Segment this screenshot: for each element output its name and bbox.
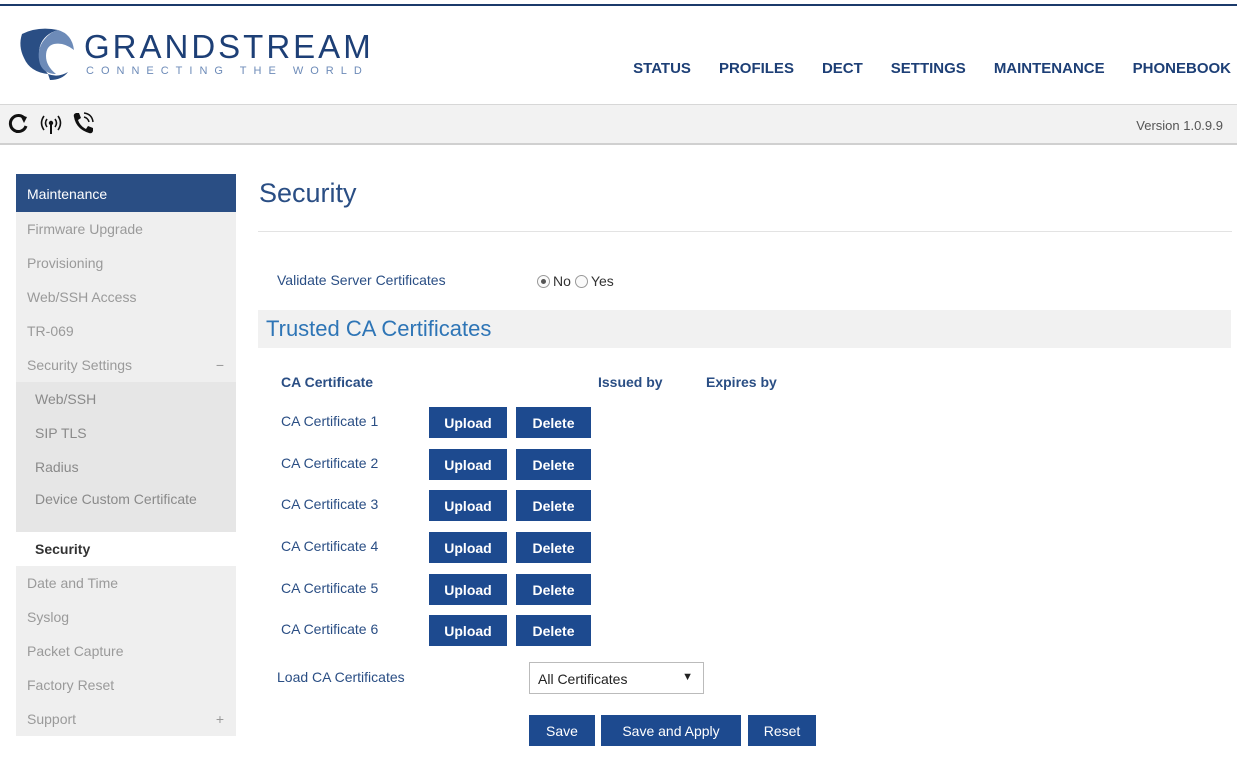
section-title: Trusted CA Certificates <box>266 316 492 341</box>
save-button[interactable]: Save <box>529 715 595 746</box>
sidebar-subitem-device-custom-certificate[interactable]: Device Custom Certificate <box>16 484 236 532</box>
nav-dect[interactable]: DECT <box>822 60 863 77</box>
brand-logo: GRANDSTREAM CONNECTING THE WORLD <box>18 24 398 86</box>
top-border <box>0 4 1237 6</box>
sidebar-subitem-security[interactable]: Security <box>16 532 236 566</box>
radio-no-label: No <box>553 273 571 289</box>
certificate-row: CA Certificate 5 Upload Delete <box>281 574 611 606</box>
sidebar-subitem-radius[interactable]: Radius <box>16 450 236 484</box>
sidebar-item-label: Web/SSH Access <box>27 289 137 305</box>
certificate-label: CA Certificate 1 <box>281 413 379 429</box>
column-header-ca-certificate: CA Certificate <box>281 374 374 390</box>
nav-phonebook[interactable]: PHONEBOOK <box>1133 60 1231 77</box>
sidebar-item-security-settings[interactable]: Security Settings − <box>16 348 236 382</box>
certificate-row: CA Certificate 6 Upload Delete <box>281 615 611 647</box>
load-ca-certificates-label: Load CA Certificates <box>277 669 405 685</box>
brand-name: GRANDSTREAM <box>84 28 374 65</box>
sidebar-item-label: Radius <box>35 459 79 475</box>
delete-button[interactable]: Delete <box>516 490 591 521</box>
upload-button[interactable]: Upload <box>429 407 507 438</box>
column-header-issued-by: Issued by <box>598 374 663 390</box>
delete-button[interactable]: Delete <box>516 407 591 438</box>
certificate-row: CA Certificate 4 Upload Delete <box>281 532 611 564</box>
radio-yes-label: Yes <box>590 273 614 289</box>
certificate-label: CA Certificate 4 <box>281 538 379 554</box>
delete-button[interactable]: Delete <box>516 532 591 563</box>
validate-server-certificates-label: Validate Server Certificates <box>277 272 446 288</box>
sidebar-subitem-web-ssh[interactable]: Web/SSH <box>16 382 236 416</box>
sidebar-header-maintenance[interactable]: Maintenance <box>16 174 236 212</box>
section-header: Trusted CA Certificates <box>258 310 1231 348</box>
load-ca-certificates-select[interactable]: All Certificates ▼ <box>529 662 704 694</box>
sidebar-item-web-ssh-access[interactable]: Web/SSH Access <box>16 280 236 314</box>
certificate-label: CA Certificate 3 <box>281 496 379 512</box>
certificate-row: CA Certificate 3 Upload Delete <box>281 490 611 522</box>
refresh-icon[interactable] <box>6 111 32 137</box>
sidebar-item-label: Support <box>27 711 77 727</box>
wireless-signal-icon[interactable] <box>38 111 64 137</box>
dropdown-arrow-icon: ▼ <box>682 671 693 683</box>
main-nav: STATUS PROFILES DECT SETTINGS MAINTENANC… <box>633 60 1231 77</box>
firmware-version: Version 1.0.9.9 <box>1136 118 1223 133</box>
collapse-icon[interactable]: − <box>216 357 224 373</box>
radio-yes[interactable] <box>574 274 588 288</box>
sidebar-item-firmware-upgrade[interactable]: Firmware Upgrade <box>16 212 236 246</box>
expand-icon[interactable]: + <box>216 711 224 727</box>
nav-profiles[interactable]: PROFILES <box>719 60 794 77</box>
reset-button[interactable]: Reset <box>748 715 816 746</box>
sidebar-item-label: Device Custom Certificate <box>35 491 197 507</box>
save-and-apply-button[interactable]: Save and Apply <box>601 715 741 746</box>
sidebar-item-label: Syslog <box>27 609 70 625</box>
sidebar: Maintenance Firmware Upgrade Provisionin… <box>16 174 236 736</box>
sidebar-item-tr-069[interactable]: TR-069 <box>16 314 236 348</box>
sidebar-item-label: Web/SSH <box>35 391 97 407</box>
sidebar-item-label: Security Settings <box>27 357 133 373</box>
phone-ringing-icon[interactable] <box>70 111 96 137</box>
delete-button[interactable]: Delete <box>516 615 591 646</box>
upload-button[interactable]: Upload <box>429 574 507 605</box>
sidebar-item-syslog[interactable]: Syslog <box>16 600 236 634</box>
certificate-label: CA Certificate 5 <box>281 580 379 596</box>
sidebar-item-date-and-time[interactable]: Date and Time <box>16 566 236 600</box>
sidebar-subitem-sip-tls[interactable]: SIP TLS <box>16 416 236 450</box>
nav-settings[interactable]: SETTINGS <box>891 60 966 77</box>
sidebar-item-label: TR-069 <box>27 323 74 339</box>
nav-maintenance[interactable]: MAINTENANCE <box>994 60 1105 77</box>
radio-no[interactable] <box>537 274 550 288</box>
sidebar-item-factory-reset[interactable]: Factory Reset <box>16 668 236 702</box>
sidebar-item-support[interactable]: Support + <box>16 702 236 736</box>
delete-button[interactable]: Delete <box>516 574 591 605</box>
upload-button[interactable]: Upload <box>429 490 507 521</box>
upload-button[interactable]: Upload <box>429 449 507 480</box>
sidebar-item-label: Provisioning <box>27 255 104 271</box>
toolbar: Version 1.0.9.9 <box>0 104 1237 145</box>
delete-button[interactable]: Delete <box>516 449 591 480</box>
sidebar-item-label: Packet Capture <box>27 643 124 659</box>
page-title: Security <box>259 178 357 208</box>
select-value: All Certificates <box>538 671 628 687</box>
certificate-label: CA Certificate 6 <box>281 621 379 637</box>
upload-button[interactable]: Upload <box>429 615 507 646</box>
sidebar-item-label: Factory Reset <box>27 677 115 693</box>
certificate-row: CA Certificate 1 Upload Delete <box>281 407 611 439</box>
sidebar-item-label: Firmware Upgrade <box>27 221 143 237</box>
grandstream-logo-icon <box>20 28 74 80</box>
nav-status[interactable]: STATUS <box>633 60 691 77</box>
sidebar-item-provisioning[interactable]: Provisioning <box>16 246 236 280</box>
sidebar-item-label: SIP TLS <box>35 425 87 441</box>
sidebar-item-label: Date and Time <box>27 575 119 591</box>
column-header-expires-by: Expires by <box>706 374 777 390</box>
sidebar-item-label: Security <box>35 541 91 557</box>
brand-tagline: CONNECTING THE WORLD <box>86 65 369 77</box>
upload-button[interactable]: Upload <box>429 532 507 563</box>
divider <box>258 231 1232 232</box>
certificate-row: CA Certificate 2 Upload Delete <box>281 449 611 481</box>
sidebar-item-packet-capture[interactable]: Packet Capture <box>16 634 236 668</box>
validate-server-certificates-radio-group: No Yes <box>537 273 618 289</box>
certificate-label: CA Certificate 2 <box>281 455 379 471</box>
